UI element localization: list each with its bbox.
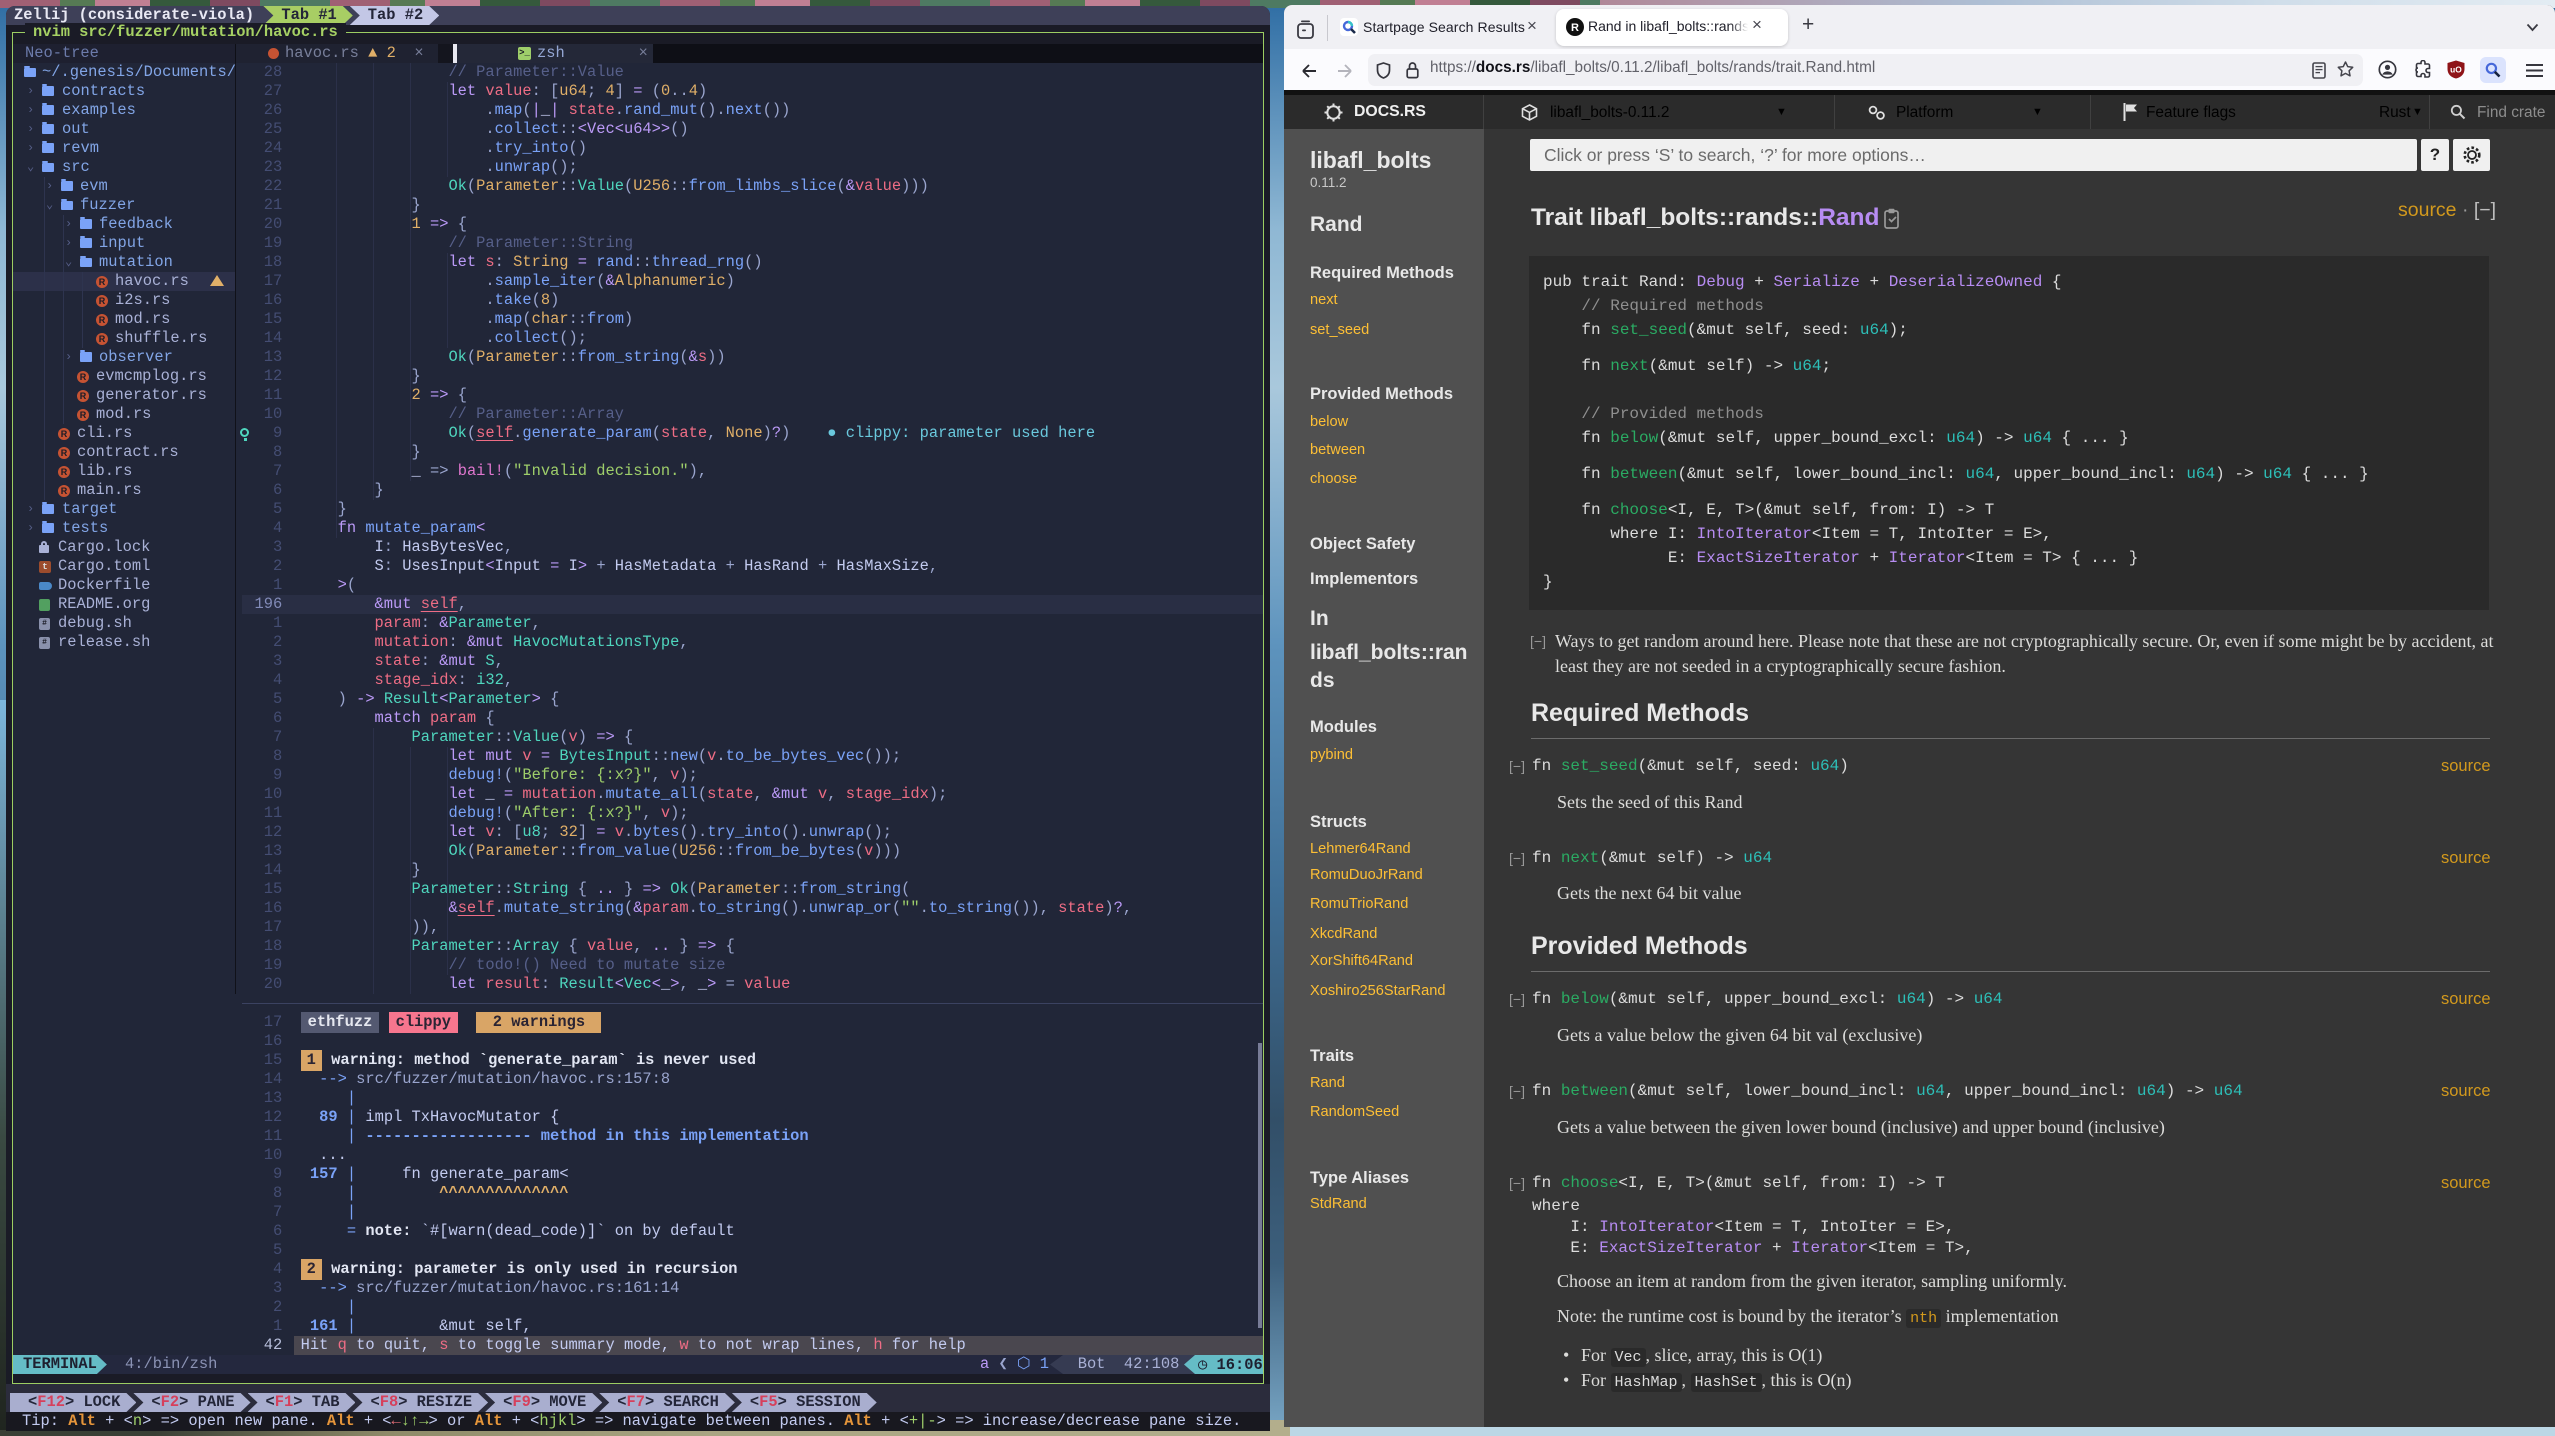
svg-text:uO: uO: [2450, 65, 2462, 75]
svg-text:R: R: [1571, 22, 1579, 34]
